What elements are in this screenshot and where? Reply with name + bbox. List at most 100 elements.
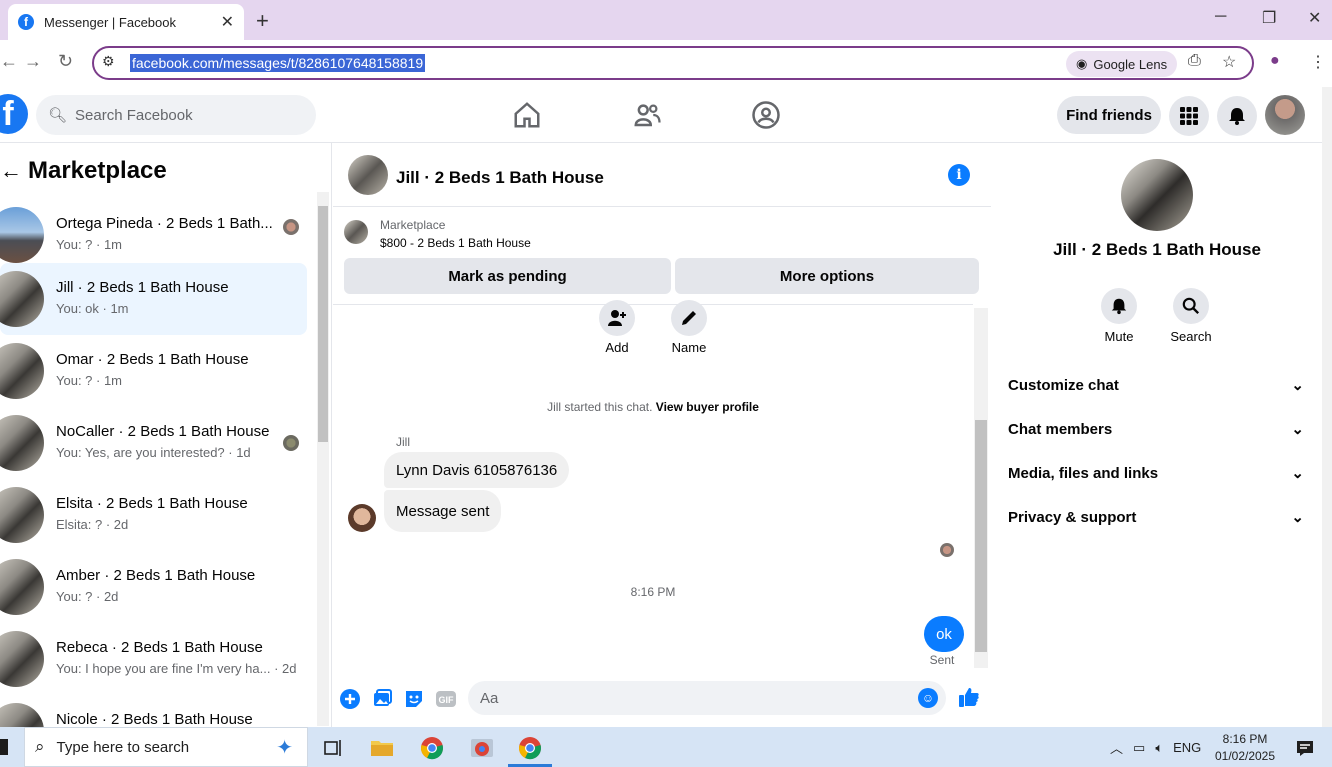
notification-center-icon[interactable] — [1296, 739, 1314, 757]
new-tab-button[interactable]: + — [256, 8, 269, 34]
forward-icon[interactable]: → — [24, 51, 42, 72]
address-bar[interactable]: ⚙ facebook.com/messages/t/82861076481588… — [92, 46, 1254, 80]
menu-grid-icon[interactable] — [1169, 96, 1209, 136]
photo-icon[interactable] — [371, 688, 393, 710]
minimize-button[interactable]: ─ — [1215, 8, 1226, 26]
taskbar-clock[interactable]: 8:16 PM 01/02/2025 — [1210, 731, 1280, 765]
back-arrow-icon[interactable]: ← — [0, 158, 22, 184]
conversation-item[interactable]: Jill · 2 Beds 1 Bath House You: ok · 1m — [0, 263, 307, 335]
close-tab-icon[interactable]: ✕ — [221, 12, 234, 32]
google-lens-label: Google Lens — [1093, 56, 1168, 72]
language-indicator[interactable]: ENG — [1173, 740, 1201, 755]
network-icon[interactable]: ▭ — [1133, 740, 1145, 756]
url-text[interactable]: facebook.com/messages/t/8286107648158819 — [130, 54, 426, 72]
chat-members-section[interactable]: Chat members ⌄ — [1008, 409, 1304, 449]
menu-kebab-icon[interactable]: ⋮ — [1310, 52, 1326, 72]
conversation-item[interactable]: Amber · 2 Beds 1 Bath House You: ? · 2d — [0, 551, 307, 623]
view-buyer-profile-link[interactable]: View buyer profile — [656, 400, 759, 414]
incoming-message[interactable]: Lynn Davis 6105876136 — [384, 452, 570, 488]
conversation-item[interactable]: Ortega Pineda · 2 Beds 1 Bath... You: ? … — [0, 199, 307, 271]
clock-time: 8:16 PM — [1222, 732, 1268, 746]
conversation-thumbnail — [0, 703, 44, 727]
marketplace-label: Marketplace — [380, 218, 446, 232]
media-files-links-section[interactable]: Media, files and links ⌄ — [1008, 453, 1304, 493]
message-input[interactable]: Aa — [468, 681, 946, 715]
file-explorer-icon[interactable] — [369, 735, 395, 761]
home-icon[interactable] — [512, 100, 542, 130]
details-avatar[interactable] — [1121, 159, 1193, 231]
sticker-icon[interactable] — [403, 688, 425, 710]
search-icon: 🔍︎ — [48, 107, 68, 124]
windows-start-icon[interactable] — [0, 739, 8, 755]
privacy-support-section[interactable]: Privacy & support ⌄ — [1008, 497, 1304, 537]
more-options-button[interactable]: More options — [675, 258, 979, 294]
install-app-icon[interactable]: ⎙ — [1188, 52, 1201, 70]
section-label: Customize chat — [1008, 376, 1119, 394]
list-scrollbar-thumb[interactable] — [318, 206, 328, 442]
conversation-item[interactable]: NoCaller · 2 Beds 1 Bath House You: Yes,… — [0, 407, 307, 479]
friends-icon[interactable] — [632, 100, 662, 130]
notifications-bell-icon[interactable] — [1217, 96, 1257, 136]
bookmark-star-icon[interactable]: ☆ — [1222, 52, 1236, 72]
chevron-down-icon: ⌄ — [1291, 377, 1304, 394]
thumbs-up-icon[interactable] — [958, 686, 980, 708]
edit-name-icon[interactable] — [671, 300, 707, 336]
chat-title[interactable]: Jill · 2 Beds 1 Bath House — [396, 168, 604, 188]
section-label: Chat members — [1008, 420, 1113, 438]
conversation-name: Omar · 2 Beds 1 Bath House — [56, 351, 249, 368]
customize-chat-section[interactable]: Customize chat ⌄ — [1008, 365, 1304, 405]
incoming-message[interactable]: Message sent — [384, 490, 502, 532]
svg-text:GIF: GIF — [439, 695, 455, 705]
close-window-button[interactable]: ✕ — [1308, 8, 1321, 28]
chevron-up-icon[interactable]: ︿ — [1110, 738, 1123, 757]
account-avatar[interactable] — [1265, 95, 1305, 135]
browser-tab[interactable]: f Messenger | Facebook ✕ — [8, 4, 244, 40]
conversation-item[interactable]: Nicole · 2 Beds 1 Bath House — [0, 695, 307, 727]
profile-icon[interactable]: ● — [1270, 52, 1280, 70]
conversation-list-panel: Ortega Pineda · 2 Beds 1 Bath... You: ? … — [0, 143, 332, 727]
chrome-active-icon[interactable] — [517, 735, 543, 761]
search-highlight-icon: ✦ — [276, 736, 293, 759]
chevron-down-icon: ⌄ — [1291, 465, 1304, 482]
taskbar-search-input[interactable]: ⌕ Type here to search ✦ — [24, 727, 308, 767]
search-conversation-icon[interactable] — [1173, 288, 1209, 324]
conversation-item[interactable]: Elsita · 2 Beds 1 Bath House Elsita: ? ·… — [0, 479, 307, 551]
page-scrollbar[interactable] — [1322, 87, 1332, 727]
read-receipt-avatar — [283, 219, 299, 235]
conversation-item[interactable]: Omar · 2 Beds 1 Bath House You: ? · 1m — [0, 335, 307, 407]
back-icon[interactable]: ← — [0, 51, 18, 72]
conversation-item[interactable]: Rebeca · 2 Beds 1 Bath House You: I hope… — [0, 623, 307, 695]
search-placeholder: Search Facebook — [75, 106, 193, 124]
chevron-down-icon: ⌄ — [1291, 421, 1304, 438]
google-lens-button[interactable]: ◉ Google Lens — [1066, 51, 1178, 77]
volume-icon[interactable]: 🔈︎ — [1155, 740, 1163, 756]
tab-title: Messenger | Facebook — [44, 14, 176, 30]
site-settings-icon[interactable]: ⚙ — [102, 53, 115, 70]
mark-as-pending-button[interactable]: Mark as pending — [344, 258, 671, 294]
gif-icon[interactable]: GIF — [435, 688, 457, 710]
mute-bell-icon[interactable] — [1101, 288, 1137, 324]
reload-icon[interactable]: ↻ — [58, 51, 73, 72]
conversation-preview: You: I hope you are fine I'm very ha... … — [56, 661, 297, 676]
restore-button[interactable]: ❐ — [1262, 8, 1276, 28]
chrome-profile-icon[interactable] — [469, 735, 495, 761]
task-view-icon[interactable] — [320, 735, 346, 761]
chrome-icon[interactable] — [419, 735, 445, 761]
plus-icon[interactable] — [339, 688, 361, 710]
listing-title[interactable]: $800 - 2 Beds 1 Bath House — [380, 236, 531, 250]
marketplace-heading: Marketplace — [28, 157, 167, 184]
add-person-icon[interactable] — [599, 300, 635, 336]
mute-label: Mute — [1104, 329, 1134, 344]
sender-avatar[interactable] — [348, 504, 376, 532]
seen-avatar — [940, 543, 954, 557]
chevron-down-icon: ⌄ — [1291, 509, 1304, 526]
emoji-icon[interactable]: ☺ — [918, 688, 938, 708]
find-friends-button[interactable]: Find friends — [1057, 96, 1161, 134]
chat-scrollbar-thumb[interactable] — [975, 420, 987, 652]
add-label: Add — [605, 340, 629, 355]
outgoing-message[interactable]: ok — [924, 616, 964, 652]
info-icon[interactable]: i — [948, 164, 970, 186]
facebook-search-input[interactable]: 🔍︎ Search Facebook — [36, 95, 316, 135]
chat-avatar[interactable] — [348, 155, 388, 195]
groups-icon[interactable] — [751, 100, 781, 130]
